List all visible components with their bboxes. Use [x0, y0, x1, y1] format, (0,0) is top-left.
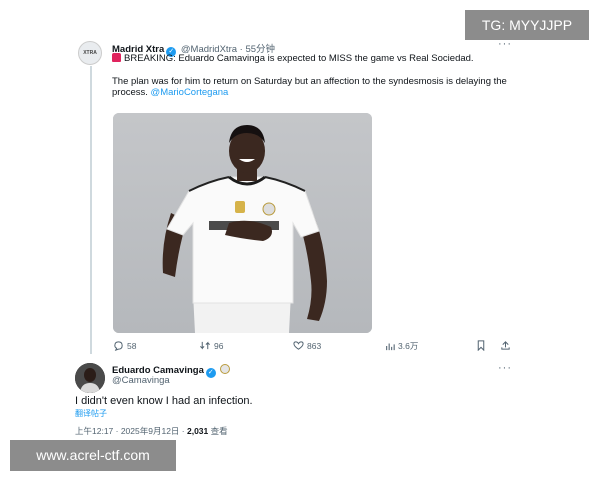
- share-icon[interactable]: [500, 340, 514, 351]
- verified-icon: ✓: [205, 368, 216, 378]
- author-handle[interactable]: @Camavinga: [112, 375, 170, 386]
- tweet2-meta: 上午12:17 · 2025年9月12日 · 2,031 查看: [75, 425, 228, 437]
- like-action[interactable]: 863: [293, 340, 321, 351]
- retweet-icon: [200, 341, 210, 350]
- retweet-count: 96: [214, 341, 224, 351]
- player-figure: [162, 125, 327, 333]
- retweet-action[interactable]: 96: [199, 340, 223, 351]
- thread-line: [90, 66, 92, 354]
- avatar-logo-text: XTRA: [83, 50, 97, 56]
- player-photo[interactable]: [113, 113, 372, 333]
- tweet1-actions: 58 96 863 3.6万: [113, 340, 518, 354]
- tweet2-text: I didn't even know I had an infection.: [75, 395, 253, 407]
- madrid-xtra-avatar[interactable]: XTRA: [78, 41, 102, 65]
- club-badge-icon: [219, 364, 230, 374]
- avatar-image: [75, 363, 105, 393]
- views-action[interactable]: 3.6万: [385, 340, 418, 352]
- views-icon: [386, 343, 395, 351]
- like-icon: [293, 341, 304, 350]
- reply-icon: [114, 341, 123, 351]
- like-count: 863: [307, 341, 322, 351]
- site-watermark: www.acrel-ctf.com: [10, 440, 176, 471]
- reply-action[interactable]: 58: [113, 340, 136, 351]
- more-icon[interactable]: ···: [498, 38, 512, 50]
- tg-watermark: TG: MYYJJPP: [465, 10, 589, 40]
- mention-link[interactable]: @MarioCortegana: [151, 87, 229, 98]
- view-count: 3.6万: [398, 341, 419, 351]
- bookmark-icon[interactable]: [476, 340, 489, 352]
- tweet1-line1: BREAKING: Eduardo Camavinga is expected …: [124, 53, 474, 64]
- view-label: 查看: [210, 426, 228, 436]
- camavinga-avatar[interactable]: [75, 363, 105, 393]
- reply-count: 58: [127, 341, 137, 351]
- more-icon[interactable]: ···: [498, 362, 512, 374]
- siren-icon: [112, 53, 121, 62]
- tweet1-body: BREAKING: Eduardo Camavinga is expected …: [112, 53, 512, 99]
- tweet-timestamp[interactable]: 上午12:17 · 2025年9月12日 ·: [75, 426, 185, 436]
- view-count: 2,031: [186, 426, 209, 436]
- translate-link[interactable]: 翻译帖子: [75, 408, 107, 419]
